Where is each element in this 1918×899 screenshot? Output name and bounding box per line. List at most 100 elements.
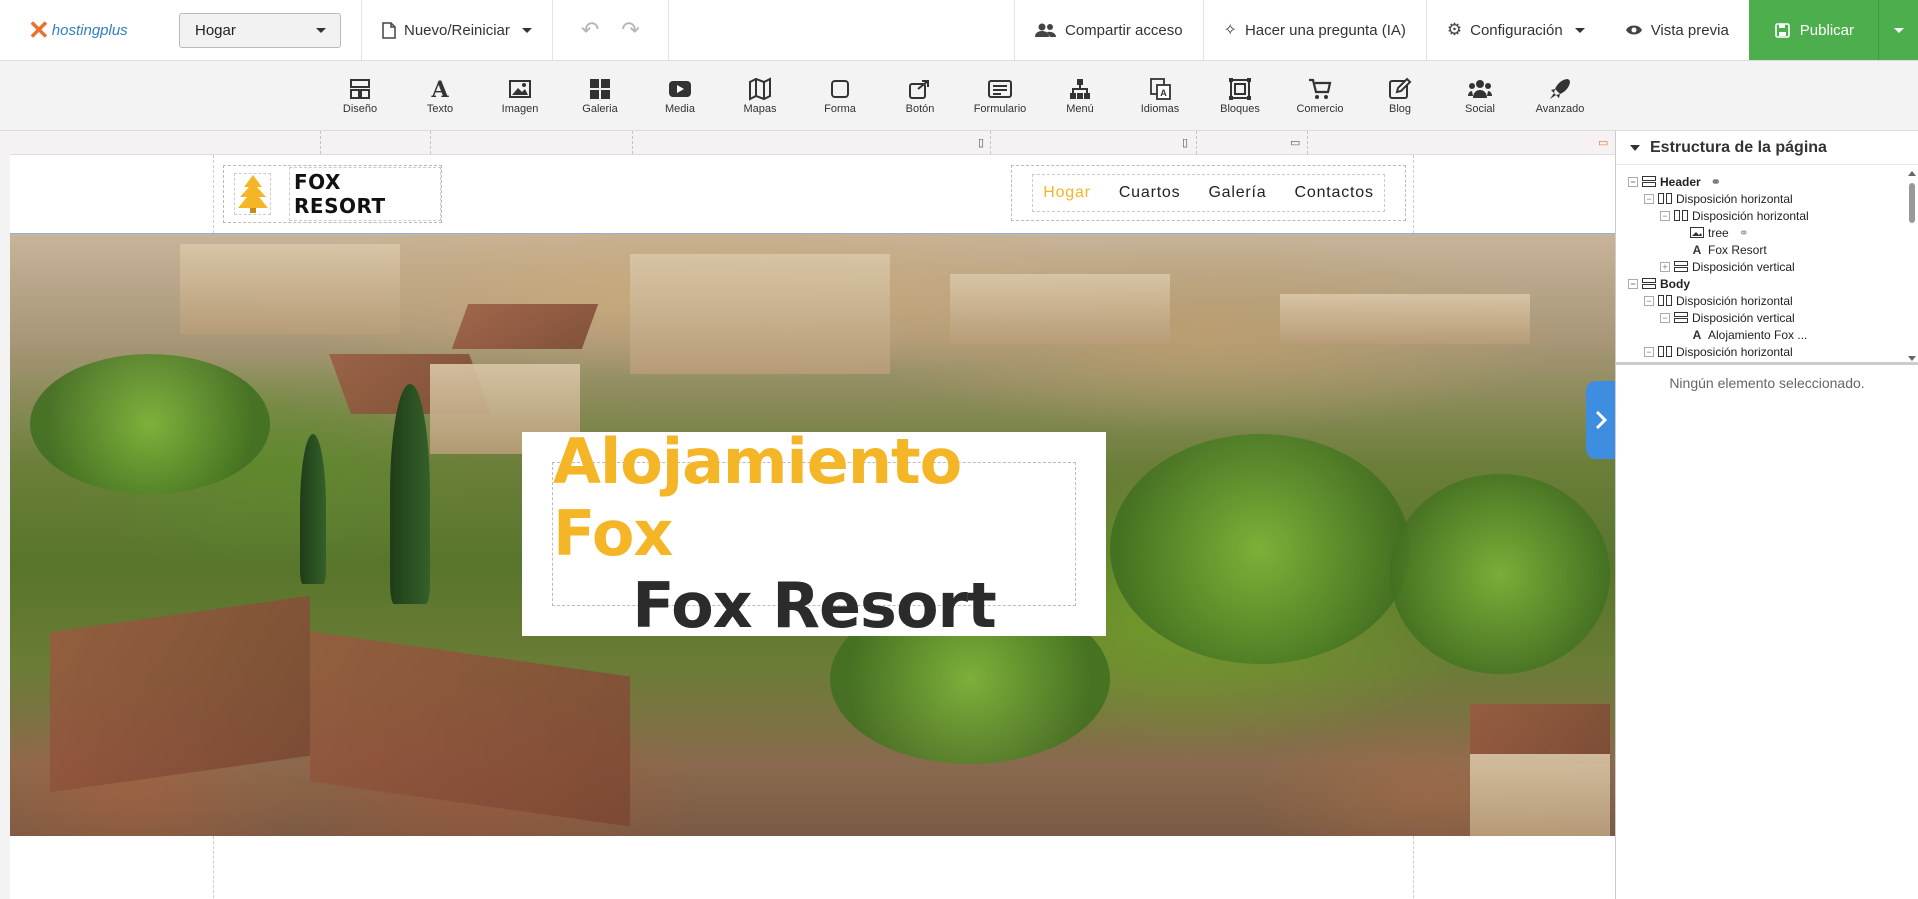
desktop-breakpoint-icon[interactable]: ▭ <box>1598 136 1608 149</box>
widget-gallery[interactable]: Galeria <box>565 75 635 115</box>
tree-node[interactable]: − Disposición horizontal <box>1616 292 1918 309</box>
widget-blog[interactable]: Blog <box>1365 75 1435 115</box>
collapse-icon[interactable]: − <box>1628 278 1638 289</box>
site-header[interactable]: FOX RESORT Hogar Cuartos Galería Contactos <box>10 155 1615 234</box>
tree-node[interactable]: + Disposición vertical <box>1616 258 1918 275</box>
widget-label: Blog <box>1388 103 1412 115</box>
widget-languages[interactable]: A Idiomas <box>1125 75 1195 115</box>
widget-button[interactable]: Botón <box>885 75 955 115</box>
collapse-icon <box>1630 144 1640 151</box>
collapse-icon[interactable]: − <box>1644 346 1654 357</box>
blocks-icon <box>1205 75 1275 103</box>
tree-node[interactable]: A Alojamiento Fox ... <box>1616 326 1918 343</box>
redo-icon[interactable]: ↷ <box>621 17 639 43</box>
map-icon <box>725 75 795 103</box>
content-area[interactable] <box>10 836 1615 898</box>
preview-button[interactable]: Vista previa <box>1605 0 1749 60</box>
widget-shape[interactable]: Forma <box>805 75 875 115</box>
columns-icon <box>1658 193 1672 204</box>
gear-icon: ⚙ <box>1446 20 1463 39</box>
svg-text:A: A <box>1693 329 1702 340</box>
tree-node[interactable]: − Disposición horizontal <box>1616 343 1918 360</box>
sparkle-icon: ✧ <box>1223 22 1237 39</box>
tree-scrollbar[interactable] <box>1908 171 1916 361</box>
widget-label: Forma <box>824 103 856 115</box>
page-select-dropdown[interactable]: Hogar <box>179 13 341 48</box>
button-icon <box>885 75 955 103</box>
collapse-icon[interactable]: − <box>1660 210 1670 221</box>
eye-icon <box>1625 25 1642 35</box>
widget-rocket[interactable]: Avanzado <box>1525 75 1595 115</box>
tree-node-label: Header <box>1660 174 1701 189</box>
hero-title-card[interactable]: Alojamiento Fox Fox Resort <box>522 426 1106 642</box>
publish-button[interactable]: Publicar <box>1748 0 1878 60</box>
menu-icon <box>1045 75 1115 103</box>
widget-toolbar: Diseño A Texto Imagen Galeria Media Mapas Forma… <box>0 61 1918 131</box>
expand-icon[interactable]: + <box>1660 261 1670 272</box>
tree-node[interactable]: A Fox Resort <box>1616 241 1918 258</box>
widget-form[interactable]: Formulario <box>965 75 1035 115</box>
panel-toggle-button[interactable] <box>1586 381 1615 459</box>
collapse-icon[interactable]: − <box>1660 312 1670 323</box>
share-access-button[interactable]: Compartir acceso <box>1015 0 1203 60</box>
hero-subtitle[interactable]: Fox Resort <box>632 570 997 642</box>
widget-cart[interactable]: Comercio <box>1285 75 1355 115</box>
ask-ai-button[interactable]: ✧ Hacer una pregunta (IA) <box>1204 0 1426 60</box>
publish-options-button[interactable] <box>1878 0 1918 60</box>
tree-node[interactable]: − Header ⚭ <box>1616 173 1918 190</box>
widget-label: Imagen <box>501 103 539 115</box>
nav-link-1[interactable]: Cuartos <box>1119 184 1181 202</box>
save-icon <box>1774 22 1790 38</box>
tree-node[interactable]: tree ⚭ <box>1616 224 1918 241</box>
undo-icon[interactable]: ↶ <box>581 17 599 43</box>
mobile-breakpoint-icon[interactable]: ▯ <box>978 136 984 149</box>
site-brand-name[interactable]: FOX RESORT <box>289 167 441 221</box>
image-icon <box>485 75 555 103</box>
widget-label: Avanzado <box>1535 103 1585 115</box>
settings-button[interactable]: ⚙ Configuración <box>1427 0 1605 60</box>
widget-label: Idiomas <box>1140 103 1180 115</box>
widget-image[interactable]: Imagen <box>485 75 555 115</box>
widget-label: Menú <box>1066 103 1094 115</box>
widget-label: Diseño <box>342 103 378 115</box>
nav-link-3[interactable]: Contactos <box>1295 184 1374 202</box>
widget-social[interactable]: Social <box>1445 75 1515 115</box>
nav-link-0[interactable]: Hogar <box>1043 184 1091 202</box>
brand-block[interactable]: FOX RESORT <box>223 165 442 223</box>
laptop-breakpoint-icon[interactable]: ▭ <box>1290 136 1300 149</box>
rocket-icon <box>1525 75 1595 103</box>
new-reset-button[interactable]: Nuevo/Reiniciar <box>362 0 552 60</box>
widget-menu[interactable]: Menú <box>1045 75 1115 115</box>
link-icon: ⚭ <box>1738 225 1749 240</box>
tree-node[interactable]: − Disposición vertical <box>1616 309 1918 326</box>
widget-map[interactable]: Mapas <box>725 75 795 115</box>
collapse-icon[interactable]: − <box>1644 193 1654 204</box>
widget-blocks[interactable]: Bloques <box>1205 75 1275 115</box>
nav-link-2[interactable]: Galería <box>1208 184 1266 202</box>
tree-node[interactable]: − Body <box>1616 275 1918 292</box>
hero-text-block[interactable]: Alojamiento Fox Fox Resort <box>552 426 1076 642</box>
new-reset-label: Nuevo/Reiniciar <box>404 21 510 39</box>
history-controls: ↶ ↷ <box>553 0 668 60</box>
widget-label: Bloques <box>1220 103 1260 115</box>
chevron-down-icon <box>1574 27 1585 33</box>
widget-layout[interactable]: Diseño <box>325 75 395 115</box>
hero-section[interactable]: Alojamiento Fox Fox Resort <box>10 234 1615 836</box>
hostingplus-logo[interactable]: ✕ hostingplus <box>0 0 170 60</box>
tablet-breakpoint-icon[interactable]: ▯ <box>1182 136 1188 149</box>
site-nav-block[interactable]: Hogar Cuartos Galería Contactos <box>1011 165 1406 221</box>
page-select-value: Hogar <box>195 22 236 39</box>
widget-label: Formulario <box>973 103 1027 115</box>
widget-media[interactable]: Media <box>645 75 715 115</box>
panel-header[interactable]: Estructura de la página <box>1616 131 1918 165</box>
tree-icon[interactable] <box>234 173 272 215</box>
site-nav: Hogar Cuartos Galería Contactos <box>1032 174 1385 212</box>
collapse-icon[interactable]: − <box>1628 176 1638 187</box>
editor-canvas[interactable]: ▯ ▯ ▭ ▭ FOX RESORT Hogar Cuartos Galería Co… <box>10 131 1615 899</box>
svg-text:A: A <box>1693 244 1702 255</box>
widget-text[interactable]: A Texto <box>405 75 475 115</box>
tree-node[interactable]: − Disposición horizontal <box>1616 190 1918 207</box>
collapse-icon[interactable]: − <box>1644 295 1654 306</box>
tree-node[interactable]: − Disposición horizontal <box>1616 207 1918 224</box>
hero-title[interactable]: Alojamiento Fox <box>553 426 1075 570</box>
